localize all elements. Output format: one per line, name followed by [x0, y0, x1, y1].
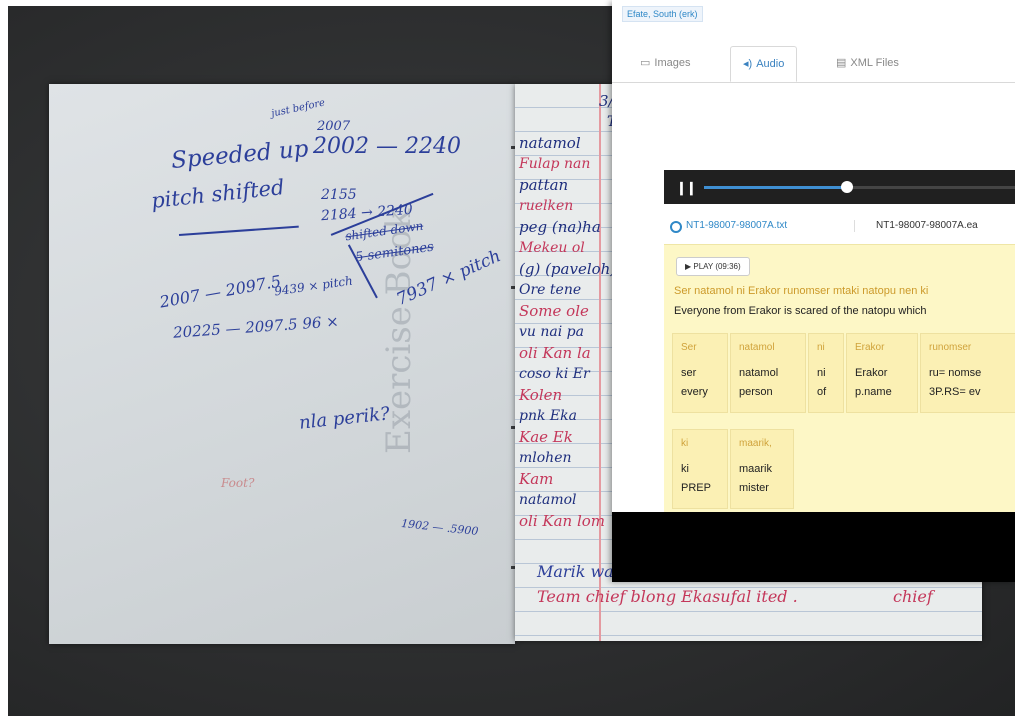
- right-page-line: (g) (paveloh): [519, 260, 617, 278]
- right-page-line: pnk Eka: [519, 408, 577, 424]
- right-page-line: peg (na)ha: [519, 218, 601, 236]
- file-primary[interactable]: NT1-98007-98007A.txt: [686, 220, 787, 231]
- word-orig: ni: [817, 342, 825, 353]
- right-bottom-line-2: Team chief blong Ekasufal ited .: [537, 587, 798, 606]
- audio-icon: ◂): [743, 58, 753, 70]
- note-speeded-up: Speeded up: [170, 136, 310, 174]
- right-page-line: Kam: [519, 470, 554, 488]
- right-page-line: Ore tene: [519, 282, 582, 298]
- pause-icon[interactable]: ❙❙: [676, 180, 697, 196]
- note-red-scribble: Foot?: [221, 476, 255, 490]
- word-morph: ser: [681, 367, 697, 379]
- notebook-left-page: Exercise Book just before 2007 2002 — 22…: [49, 84, 515, 644]
- tab-images[interactable]: ▭ Images: [628, 46, 702, 80]
- tab-xml-files[interactable]: ▤ XML Files: [824, 46, 911, 80]
- breadcrumb[interactable]: Efate, South (erk): [622, 6, 703, 22]
- file-list: NT1-98007-98007A.txt NT1-98007-98007A.ea: [664, 218, 1015, 238]
- seek-handle[interactable]: [840, 181, 853, 193]
- tab-xml-files-label: XML Files: [850, 57, 899, 69]
- word-card: Ser ser every: [672, 333, 728, 413]
- right-page-line: oli Kan lom: [519, 512, 606, 530]
- right-page-line: oli Kan la: [519, 344, 591, 362]
- tab-audio-label: Audio: [756, 58, 785, 70]
- xml-file-icon: ▤: [836, 57, 847, 69]
- note-question: nla perik?: [298, 403, 391, 434]
- right-page-line: mlohen: [519, 450, 572, 466]
- word-card: natamol natamol person: [730, 333, 806, 413]
- interlinear-panel: ▶ PLAY (09:36) Ser natamol ni Erakor run…: [664, 244, 1015, 519]
- word-gloss: p.name: [855, 386, 892, 398]
- word-orig: runomser: [929, 342, 972, 353]
- note-just-before: just before: [270, 97, 327, 120]
- note-pitch-shifted: pitch shifted: [150, 175, 286, 213]
- word-card: ki ki PREP: [672, 429, 728, 509]
- right-page-line: Fulap nan: [519, 156, 591, 172]
- word-gloss: of: [817, 386, 827, 398]
- word-orig: maarik,: [739, 438, 772, 449]
- audio-player: ❙❙: [664, 170, 1015, 204]
- tab-audio[interactable]: ◂) Audio: [730, 46, 798, 82]
- note-range-2002-2240: 2002 — 2240: [313, 134, 461, 159]
- right-page-line: natamol: [519, 492, 577, 508]
- word-morph: ki: [681, 463, 689, 475]
- note-2007-top: 2007: [317, 119, 351, 134]
- tab-images-label: Images: [654, 57, 691, 69]
- note-bottom-range: 1902 — .5900: [400, 516, 479, 539]
- right-page-line: Kae Ek: [519, 428, 573, 446]
- word-orig: Ser: [681, 342, 697, 353]
- play-segment-button[interactable]: ▶ PLAY (09:36): [676, 257, 750, 276]
- transcription-app-window: Efate, South (erk) ▭ Images ◂) Audio ▤ XML …: [612, 0, 1015, 580]
- right-page-line: Kolen: [519, 386, 563, 404]
- word-morph: natamol: [739, 367, 779, 379]
- word-gloss: PREP: [681, 482, 711, 494]
- word-gloss: every: [681, 386, 708, 398]
- word-morph: ni: [817, 367, 826, 379]
- divider: [854, 220, 855, 232]
- word-orig: ki: [681, 438, 689, 449]
- word-card: runomser ru= nomse 3P.RS= ev: [920, 333, 1015, 413]
- right-page-line: coso ki Er: [519, 366, 590, 382]
- note-20225: 20225 — 2097.5 96 ×: [172, 312, 340, 342]
- word-card: ni ni of: [808, 333, 844, 413]
- right-page-line: natamol: [519, 134, 581, 152]
- right-page-line: pattan: [519, 176, 569, 194]
- note-9439-pitch: 9439 × pitch: [273, 273, 354, 299]
- free-translation: Everyone from Erakor is scared of the na…: [674, 305, 927, 317]
- word-orig: natamol: [739, 342, 775, 353]
- word-morph: maarik: [739, 463, 773, 475]
- right-page-line: vu nai pa: [519, 324, 584, 340]
- note-2007-2097: 2007 — 2097.5: [158, 271, 283, 312]
- radio-selected-icon[interactable]: [670, 221, 682, 233]
- word-card: Erakor Erakor p.name: [846, 333, 918, 413]
- word-morph: Erakor: [855, 367, 888, 379]
- right-page-line: ruelken: [519, 198, 574, 214]
- note-2155: 2155: [321, 187, 357, 203]
- word-card: maarik, maarik mister: [730, 429, 794, 509]
- word-gloss: person: [739, 386, 773, 398]
- original-line: Ser natamol ni Erakor runomser mtaki nat…: [674, 285, 929, 297]
- right-page-line: Mekeu ol: [519, 240, 585, 256]
- word-orig: Erakor: [855, 342, 885, 353]
- seek-bar[interactable]: [704, 181, 1015, 193]
- word-gloss: mister: [739, 482, 769, 494]
- file-secondary[interactable]: NT1-98007-98007A.ea: [876, 220, 978, 231]
- seek-progress: [704, 186, 847, 189]
- tab-bar: ▭ Images ◂) Audio ▤ XML Files: [612, 42, 1015, 83]
- right-page-line: Some ole: [519, 302, 589, 320]
- word-gloss: 3P.RS= ev: [929, 386, 981, 398]
- word-morph: ru= nomse: [929, 367, 982, 379]
- right-bottom-chief: chief: [893, 587, 933, 606]
- underline: [178, 225, 299, 236]
- image-icon: ▭: [640, 57, 651, 69]
- black-bar: [612, 512, 1015, 582]
